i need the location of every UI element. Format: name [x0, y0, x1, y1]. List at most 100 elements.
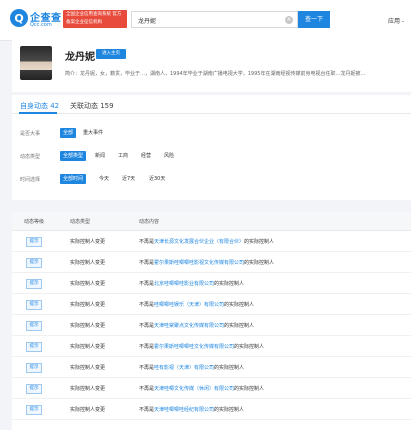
content-suffix: 的实际控制人: [224, 302, 255, 308]
level-tag: 提示: [26, 405, 42, 415]
content-prefix: 不再是: [139, 365, 155, 371]
filter-option-30days[interactable]: 近30天: [146, 174, 168, 184]
top-header: Q 企查查 Qcc.com 全国企业信用查询系统 官方备案企业征信机构 龙丹妮 …: [0, 0, 411, 41]
content-prefix: 不再是: [139, 323, 155, 329]
filter-option-all-time[interactable]: 全部时间: [60, 174, 87, 184]
table-row[interactable]: 提示 实际控制人变更 不再是天津哇棠聚点文化传媒有限公司的实际控制人: [12, 315, 411, 336]
person-card: 龙丹妮 进入主页 简介：龙丹妮，女，籍贯，毕业于…，湖南人，1994年毕业于湖南…: [12, 40, 411, 92]
qcc-logo[interactable]: Q 企查查 Qcc.com: [10, 8, 62, 30]
company-link[interactable]: 哇唧唧哇娱乐（天津）有限公司: [154, 302, 224, 308]
filter-option-news[interactable]: 新闻: [92, 151, 108, 161]
company-link[interactable]: 霍尔果斯哇唧唧哇文化传媒有限公司: [154, 344, 234, 350]
content-cell: 不再是天津哇唧唧哇经纪有限公司的实际控制人: [139, 406, 244, 413]
table-row[interactable]: 提示 实际控制人变更 不再是霍尔果斯哇唧唧哇文化传媒有限公司的实际控制人: [12, 336, 411, 357]
content-suffix: 的实际控制人: [214, 407, 245, 413]
content-prefix: 不再是: [139, 281, 155, 287]
tab-bar: 自身动态 42 关联动态 159: [12, 95, 411, 114]
official-badge: 全国企业信用查询系统 官方备案企业征信机构: [63, 10, 127, 28]
content-cell: 不再是哇唧唧哇娱乐（天津）有限公司的实际控制人: [139, 301, 254, 308]
search-value: 龙丹妮: [138, 18, 157, 25]
filter-label: 是否大事: [20, 131, 41, 137]
company-link[interactable]: 哇有影视（天津）有限公司: [154, 365, 214, 371]
type-cell: 实际控制人变更: [70, 386, 106, 392]
filter-option-7days[interactable]: 近7天: [119, 174, 138, 184]
level-tag: 提示: [26, 279, 42, 289]
level-tag: 提示: [26, 384, 42, 394]
content-cell: 不再是天津哇唧文化传媒（休闲）有限公司的实际控制人: [139, 385, 264, 392]
table-row[interactable]: 提示 实际控制人变更 不再是霍尔果斯哇唧唧哇影视文化传媒有限公司的实际控制人: [12, 252, 411, 273]
content-suffix: 的实际控制人: [214, 365, 245, 371]
content-suffix: 的实际控制人: [224, 323, 255, 329]
content-cell: 不再是天津哇棠聚点文化传媒有限公司的实际控制人: [139, 322, 254, 329]
filter-option-risk[interactable]: 风险: [161, 151, 177, 161]
table-row[interactable]: 提示 实际控制人变更 不再是哇有影视（天津）有限公司的实际控制人: [12, 357, 411, 378]
filter-label: 动态类型: [20, 154, 41, 160]
content-prefix: 不再是: [139, 407, 155, 413]
content-suffix: 的实际控制人: [244, 260, 275, 266]
company-link[interactable]: 天津长源文化发展合伙企业（有限合伙）: [154, 239, 244, 245]
enter-homepage-button[interactable]: 进入主页: [96, 49, 126, 59]
company-link[interactable]: 霍尔果斯哇唧唧哇影视文化传媒有限公司: [154, 260, 244, 266]
tab-own-dynamics[interactable]: 自身动态 42: [20, 101, 59, 111]
filter-option-major[interactable]: 重大事件: [80, 128, 106, 138]
search-input[interactable]: 龙丹妮 ×: [131, 11, 298, 28]
content-cell: 不再是天津长源文化发展合伙企业（有限合伙）的实际控制人: [139, 238, 274, 245]
content-suffix: 的实际控制人: [214, 281, 245, 287]
filter-option-all-types[interactable]: 全部类型: [60, 151, 87, 161]
type-cell: 实际控制人变更: [70, 239, 106, 245]
header-content: 动态内容: [139, 219, 160, 225]
content-suffix: 的实际控制人: [244, 239, 275, 245]
company-link[interactable]: 天津哇唧唧哇经纪有限公司: [154, 407, 214, 413]
logo-icon: Q: [10, 9, 28, 27]
tab-related-dynamics[interactable]: 关联动态 159: [70, 101, 114, 111]
level-tag: 提示: [26, 321, 42, 331]
table-row[interactable]: 提示 实际控制人变更 不再是北京哇唧唧哇影业有限公司的实际控制人: [12, 273, 411, 294]
level-tag: 提示: [26, 363, 42, 373]
content-suffix: 的实际控制人: [234, 344, 265, 350]
table-row[interactable]: 提示 实际控制人变更 不再是天津哇唧唧哇经纪有限公司的实际控制人: [12, 399, 411, 420]
active-tab-indicator: [19, 112, 57, 114]
clear-icon[interactable]: ×: [285, 16, 293, 24]
header-type: 动态类型: [70, 219, 91, 225]
level-tag: 提示: [26, 300, 42, 310]
filter-option-operation[interactable]: 经营: [138, 151, 154, 161]
company-link[interactable]: 北京哇唧唧哇影业有限公司: [154, 281, 214, 287]
dynamics-table: 动态等级 动态类型 动态内容 提示 实际控制人变更 不再是天津长源文化发展合伙企…: [12, 212, 411, 430]
content-cell: 不再是北京哇唧唧哇影业有限公司的实际控制人: [139, 280, 244, 287]
level-tag: 提示: [26, 237, 42, 247]
table-row[interactable]: 提示 实际控制人变更 不再是天津长源文化发展合伙企业（有限合伙）的实际控制人: [12, 231, 411, 252]
type-cell: 实际控制人变更: [70, 302, 106, 308]
person-name: 龙丹妮: [65, 52, 95, 63]
filter-label: 时间选择: [20, 177, 41, 183]
table-row[interactable]: 提示 实际控制人变更 不再是天津哇唧文化传媒（休闲）有限公司的实际控制人: [12, 378, 411, 399]
content-cell: 不再是哇有影视（天津）有限公司的实际控制人: [139, 364, 244, 371]
nav-apply-menu[interactable]: 应用 -: [388, 16, 404, 25]
table-header: 动态等级 动态类型 动态内容: [12, 212, 411, 231]
type-cell: 实际控制人变更: [70, 323, 106, 329]
table-row[interactable]: 提示 实际控制人变更 不再是哇唧唧哇娱乐（天津）有限公司的实际控制人: [12, 294, 411, 315]
logo-domain: Qcc.com: [30, 22, 52, 28]
content-suffix: 的实际控制人: [234, 386, 265, 392]
content-prefix: 不再是: [139, 302, 155, 308]
type-cell: 实际控制人变更: [70, 281, 106, 287]
type-cell: 实际控制人变更: [70, 365, 106, 371]
level-tag: 提示: [26, 258, 42, 268]
company-link[interactable]: 天津哇唧文化传媒（休闲）有限公司: [154, 386, 234, 392]
filter-option-all[interactable]: 全部: [60, 128, 77, 138]
content-prefix: 不再是: [139, 260, 155, 266]
person-intro: 简介：龙丹妮，女，籍贯，毕业于…，湖南人，1994年毕业于湖南广播电视大学，19…: [65, 71, 366, 77]
company-link[interactable]: 天津哇棠聚点文化传媒有限公司: [154, 323, 224, 329]
type-cell: 实际控制人变更: [70, 344, 106, 350]
type-cell: 实际控制人变更: [70, 407, 106, 413]
avatar: [20, 46, 52, 80]
content-cell: 不再是霍尔果斯哇唧唧哇影视文化传媒有限公司的实际控制人: [139, 259, 274, 266]
content-prefix: 不再是: [139, 386, 155, 392]
content-cell: 不再是霍尔果斯哇唧唧哇文化传媒有限公司的实际控制人: [139, 343, 264, 350]
content-prefix: 不再是: [139, 239, 155, 245]
content-prefix: 不再是: [139, 344, 155, 350]
filter-option-today[interactable]: 今天: [96, 174, 112, 184]
filter-option-business[interactable]: 工商: [115, 151, 131, 161]
type-cell: 实际控制人变更: [70, 260, 106, 266]
search-button[interactable]: 查一下: [298, 11, 330, 28]
dynamics-panel: 自身动态 42 关联动态 159 是否大事 全部 重大事件 动态类型 全部类型 …: [12, 95, 411, 200]
